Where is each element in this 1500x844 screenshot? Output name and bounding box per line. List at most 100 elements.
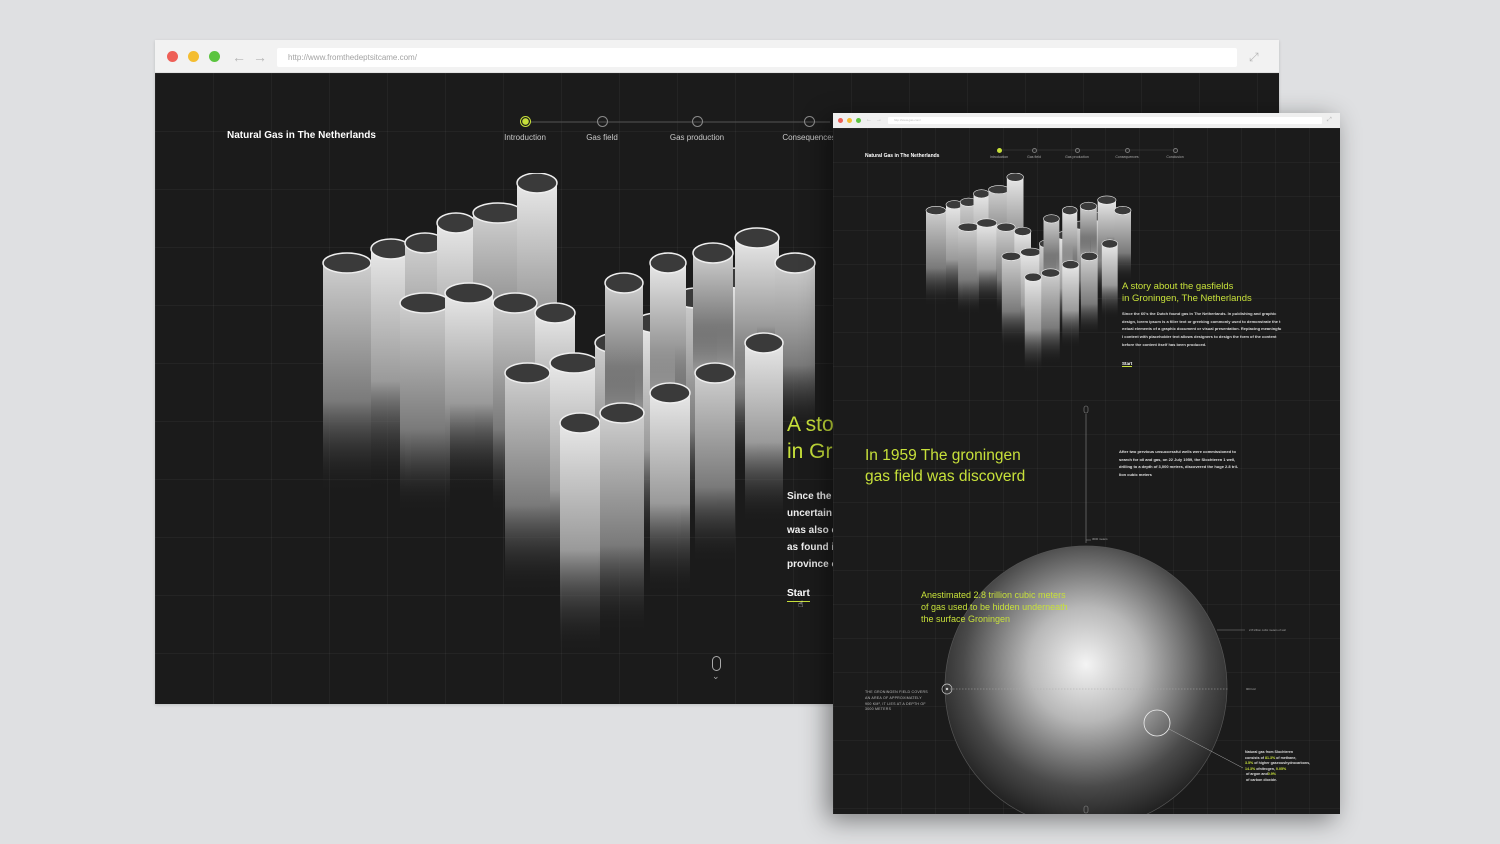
letter-column-top	[436, 212, 476, 234]
letter-column	[1041, 273, 1060, 365]
letter-column-top	[504, 362, 551, 384]
letter-column-top	[534, 302, 576, 324]
letter-column	[1001, 256, 1021, 348]
extruded-letters	[925, 173, 1132, 373]
composition-text: nitrogen,	[1259, 766, 1276, 771]
close-dot[interactable]	[838, 118, 843, 123]
composition-percent: 0.05%	[1275, 766, 1287, 771]
letter-column-top	[973, 189, 990, 199]
depth-label: 3000 meters	[1092, 537, 1108, 541]
step-gas-field[interactable]: Gas field	[552, 116, 652, 142]
forward-arrow-icon[interactable]: →	[876, 116, 882, 124]
composition-text: of methane,	[1275, 755, 1297, 760]
letter-column	[1043, 218, 1060, 278]
letter-column-top	[1006, 173, 1024, 182]
letter-column-top	[649, 252, 687, 274]
step-label: Consequences	[1115, 155, 1139, 159]
step-label: Conclusion	[1166, 155, 1184, 159]
letter-column	[560, 423, 600, 653]
fullscreen-icon[interactable]: ⤢	[1249, 50, 1259, 64]
letter-column-top	[1061, 206, 1078, 215]
letter-column	[600, 413, 644, 633]
composition-percent: 0.9%	[1267, 772, 1276, 776]
step-indicator	[996, 148, 1002, 153]
composition-percent: 3.5%	[1245, 761, 1254, 765]
letter-column	[1081, 256, 1098, 336]
letter-column	[1080, 206, 1097, 257]
letter-column	[958, 227, 979, 315]
letter-column	[926, 210, 946, 307]
letter-column-top	[322, 252, 372, 274]
chevron-down-icon[interactable]: ⌄	[712, 671, 720, 682]
extruded-letters	[322, 173, 816, 653]
composition-percent: 14.3%	[1245, 766, 1256, 771]
letter-column-top	[692, 242, 734, 264]
step-label: Gas production	[1065, 155, 1089, 159]
letter-column-top	[1041, 268, 1061, 278]
address-bar[interactable]: http://www.gas.com/	[888, 117, 1322, 124]
depth-marker-top	[1083, 405, 1089, 414]
composition-text: consists of	[1245, 755, 1265, 760]
step-indicator	[1172, 148, 1178, 153]
letter-column-top	[559, 412, 601, 434]
minimize-dot[interactable]	[847, 118, 852, 123]
back-arrow-icon[interactable]: ←	[866, 116, 872, 124]
letter-column	[745, 343, 783, 523]
fullscreen-icon[interactable]: ⤢	[1327, 116, 1332, 124]
letter-column-top	[472, 202, 524, 224]
letter-column-top	[774, 252, 816, 274]
letter-column-top	[604, 272, 644, 294]
volume-label: 2.8 trillion cubic meters of soil	[1249, 628, 1286, 632]
letter-column-top	[549, 352, 599, 374]
step-conclusion[interactable]: Conclusion	[1153, 148, 1197, 159]
maximize-dot[interactable]	[209, 51, 220, 62]
browser-window-detail: ← → http://www.gas.com/ ⤢ Natural Gas in…	[833, 113, 1340, 814]
scroll-mouse-icon[interactable]	[712, 656, 721, 671]
letter-column-top	[1114, 206, 1132, 215]
step-gas-field[interactable]: Gas field	[1012, 148, 1056, 159]
forward-arrow-icon[interactable]: →	[253, 50, 267, 64]
page-detail: Natural Gas in The Netherlands Introduct…	[833, 128, 1340, 814]
letter-column	[605, 283, 643, 423]
close-dot[interactable]	[167, 51, 178, 62]
letter-column-top	[996, 222, 1016, 232]
browser-toolbar: ← → http://www.fromthedeptsitcame.com/ ⤢	[155, 40, 1279, 73]
step-indicator	[803, 116, 815, 127]
step-indicator	[519, 116, 531, 127]
letter-column	[400, 303, 450, 513]
step-consequences[interactable]: Consequences	[1105, 148, 1149, 159]
composition-text: of higher gaseous	[1253, 761, 1286, 765]
letter-column-top	[1014, 226, 1032, 236]
story-headline: A story about the gasfields in Groningen…	[1122, 281, 1252, 304]
field-area-caption: THE GRONINGEN FIELD COVERS AN AREA OF AP…	[865, 690, 928, 712]
composition-percent: 81.3%	[1264, 755, 1276, 760]
gas-3d-illustration	[322, 173, 816, 653]
maximize-dot[interactable]	[856, 118, 861, 123]
letter-column-top	[1079, 201, 1098, 211]
composition-text: of carbon dioxide.	[1245, 777, 1277, 782]
start-button[interactable]: Start	[1122, 361, 1133, 367]
letter-column	[323, 263, 371, 493]
step-indicator	[1124, 148, 1130, 153]
letter-column-top	[599, 402, 645, 424]
step-indicator	[1031, 148, 1037, 153]
start-button[interactable]: Start	[787, 588, 810, 602]
step-gas-production[interactable]: Gas production	[647, 116, 747, 142]
letter-column-top	[399, 292, 451, 314]
letter-column-top	[1080, 251, 1098, 261]
step-indicator	[596, 116, 608, 127]
browser-toolbar: ← → http://www.gas.com/ ⤢	[833, 113, 1340, 128]
step-label: Gas field	[586, 133, 618, 142]
back-arrow-icon[interactable]: ←	[232, 50, 246, 64]
cursor-icon: ☝	[798, 599, 804, 609]
area-label: 900 km²	[1246, 687, 1257, 691]
step-gas-production[interactable]: Gas production	[1055, 148, 1099, 159]
story-headline: A sto in Gr	[787, 413, 834, 463]
minimize-dot[interactable]	[188, 51, 199, 62]
letter-column-top	[1020, 247, 1041, 257]
letter-column-top	[957, 222, 980, 232]
step-indicator	[691, 116, 703, 127]
address-bar[interactable]: http://www.fromthedeptsitcame.com/	[277, 48, 1237, 67]
gas-reservoir-sphere	[944, 545, 1228, 814]
letter-column	[445, 293, 493, 493]
